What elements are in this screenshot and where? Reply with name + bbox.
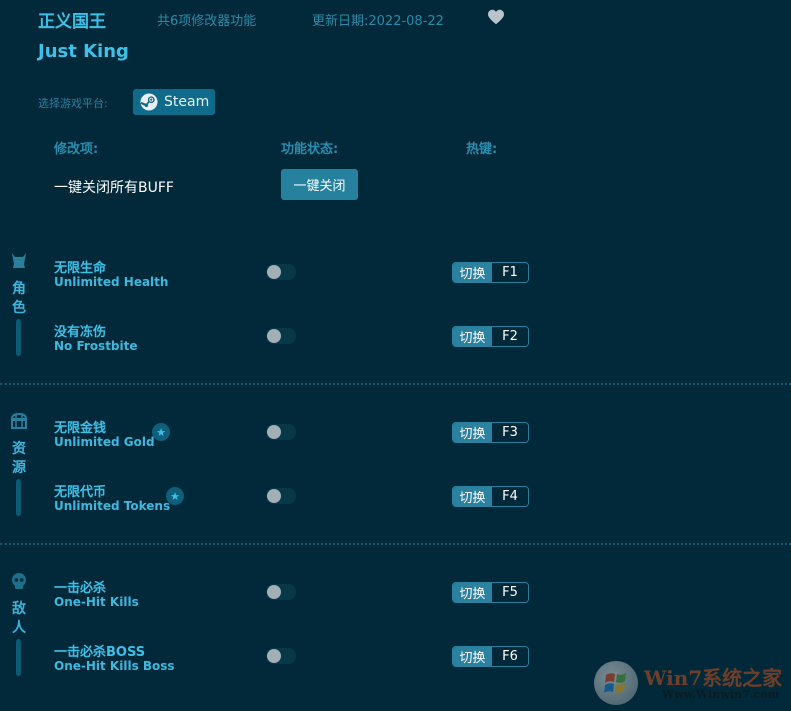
item-no-frostbite-cn: 没有冻伤	[54, 325, 107, 340]
update-date: 更新日期:2022-08-22	[312, 14, 444, 29]
category-enemies-char-2: 人	[12, 620, 26, 636]
item-unlimited-tokens-en: Unlimited Tokens	[54, 499, 171, 513]
category-enemies-scrollbar[interactable]	[16, 639, 21, 676]
section-divider	[0, 383, 791, 385]
watermark-brand: Win7系统之家	[644, 666, 783, 690]
hotkey-key: F5	[492, 583, 528, 602]
close-all-buff-label: 一键关闭所有BUFF	[54, 180, 174, 196]
hotkey-label: 切换	[453, 263, 492, 282]
hotkey-key: F2	[492, 327, 528, 346]
hotkey-one-hit-kills[interactable]: 切换 F5	[452, 582, 529, 603]
item-unlimited-tokens-cn: 无限代币	[54, 485, 107, 500]
category-character-scrollbar[interactable]	[16, 319, 21, 356]
item-unlimited-health-cn: 无限生命	[54, 261, 107, 276]
category-resources-char-2: 源	[12, 460, 26, 476]
hotkey-label: 切换	[453, 583, 492, 602]
close-all-button[interactable]: 一键关闭	[281, 169, 358, 200]
hotkey-no-frostbite[interactable]: 切换 F2	[452, 326, 529, 347]
category-character-char-2: 色	[12, 300, 26, 316]
heart-icon[interactable]	[487, 9, 505, 25]
game-title-cn: 正义国王	[38, 12, 106, 32]
item-one-hit-kills-boss-cn: 一击必杀BOSS	[54, 645, 146, 660]
hotkey-key: F1	[492, 263, 528, 282]
toggle-knob	[267, 329, 281, 343]
game-title-en: Just King	[38, 41, 129, 62]
category-resources-char-1: 资	[12, 441, 26, 457]
category-character-char-1: 角	[12, 281, 26, 297]
star-icon: ★	[152, 423, 170, 441]
star-icon: ★	[166, 487, 184, 505]
section-divider	[0, 543, 791, 545]
column-header-hotkey: 热键:	[466, 142, 498, 157]
item-no-frostbite-en: No Frostbite	[54, 339, 138, 353]
treasure-chest-icon	[10, 412, 28, 429]
skull-icon	[12, 573, 26, 589]
category-enemies-char-1: 敌	[12, 601, 26, 617]
toggle-unlimited-tokens[interactable]	[266, 488, 296, 504]
hotkey-key: F6	[492, 647, 528, 666]
hotkey-key: F3	[492, 423, 528, 442]
feature-count: 共6项修改器功能	[157, 14, 257, 29]
hotkey-label: 切换	[453, 647, 492, 666]
item-unlimited-gold-cn: 无限金钱	[54, 421, 107, 436]
column-header-status: 功能状态:	[281, 142, 339, 157]
toggle-unlimited-health[interactable]	[266, 264, 296, 280]
hotkey-unlimited-tokens[interactable]: 切换 F4	[452, 486, 529, 507]
toggle-knob	[267, 585, 281, 599]
item-one-hit-kills-cn: 一击必杀	[54, 581, 107, 596]
hotkey-key: F4	[492, 487, 528, 506]
hotkey-label: 切换	[453, 423, 492, 442]
item-unlimited-gold-en: Unlimited Gold	[54, 435, 155, 449]
toggle-knob	[267, 425, 281, 439]
platform-steam-button[interactable]: Steam	[133, 89, 215, 115]
toggle-one-hit-kills-boss[interactable]	[266, 648, 296, 664]
hotkey-label: 切换	[453, 487, 492, 506]
item-one-hit-kills-boss-en: One-Hit Kills Boss	[54, 659, 175, 673]
platform-label: 选择游戏平台:	[38, 97, 108, 110]
toggle-knob	[267, 489, 281, 503]
watermark-url: Www.Winwin7.com	[662, 688, 780, 701]
platform-steam-label: Steam	[164, 94, 210, 110]
item-one-hit-kills-en: One-Hit Kills	[54, 595, 139, 609]
hotkey-label: 切换	[453, 327, 492, 346]
toggle-no-frostbite[interactable]	[266, 328, 296, 344]
toggle-knob	[267, 265, 281, 279]
toggle-one-hit-kills[interactable]	[266, 584, 296, 600]
item-unlimited-health-en: Unlimited Health	[54, 275, 169, 289]
toggle-knob	[267, 649, 281, 663]
column-header-mod-item: 修改项:	[54, 142, 99, 157]
category-resources-scrollbar[interactable]	[16, 479, 21, 516]
helmet-icon	[12, 253, 26, 268]
toggle-unlimited-gold[interactable]	[266, 424, 296, 440]
hotkey-one-hit-kills-boss[interactable]: 切换 F6	[452, 646, 529, 667]
hotkey-unlimited-health[interactable]: 切换 F1	[452, 262, 529, 283]
hotkey-unlimited-gold[interactable]: 切换 F3	[452, 422, 529, 443]
windows-logo-icon	[594, 661, 638, 705]
watermark: Win7系统之家 Www.Winwin7.com	[592, 655, 791, 711]
steam-icon	[140, 93, 158, 111]
